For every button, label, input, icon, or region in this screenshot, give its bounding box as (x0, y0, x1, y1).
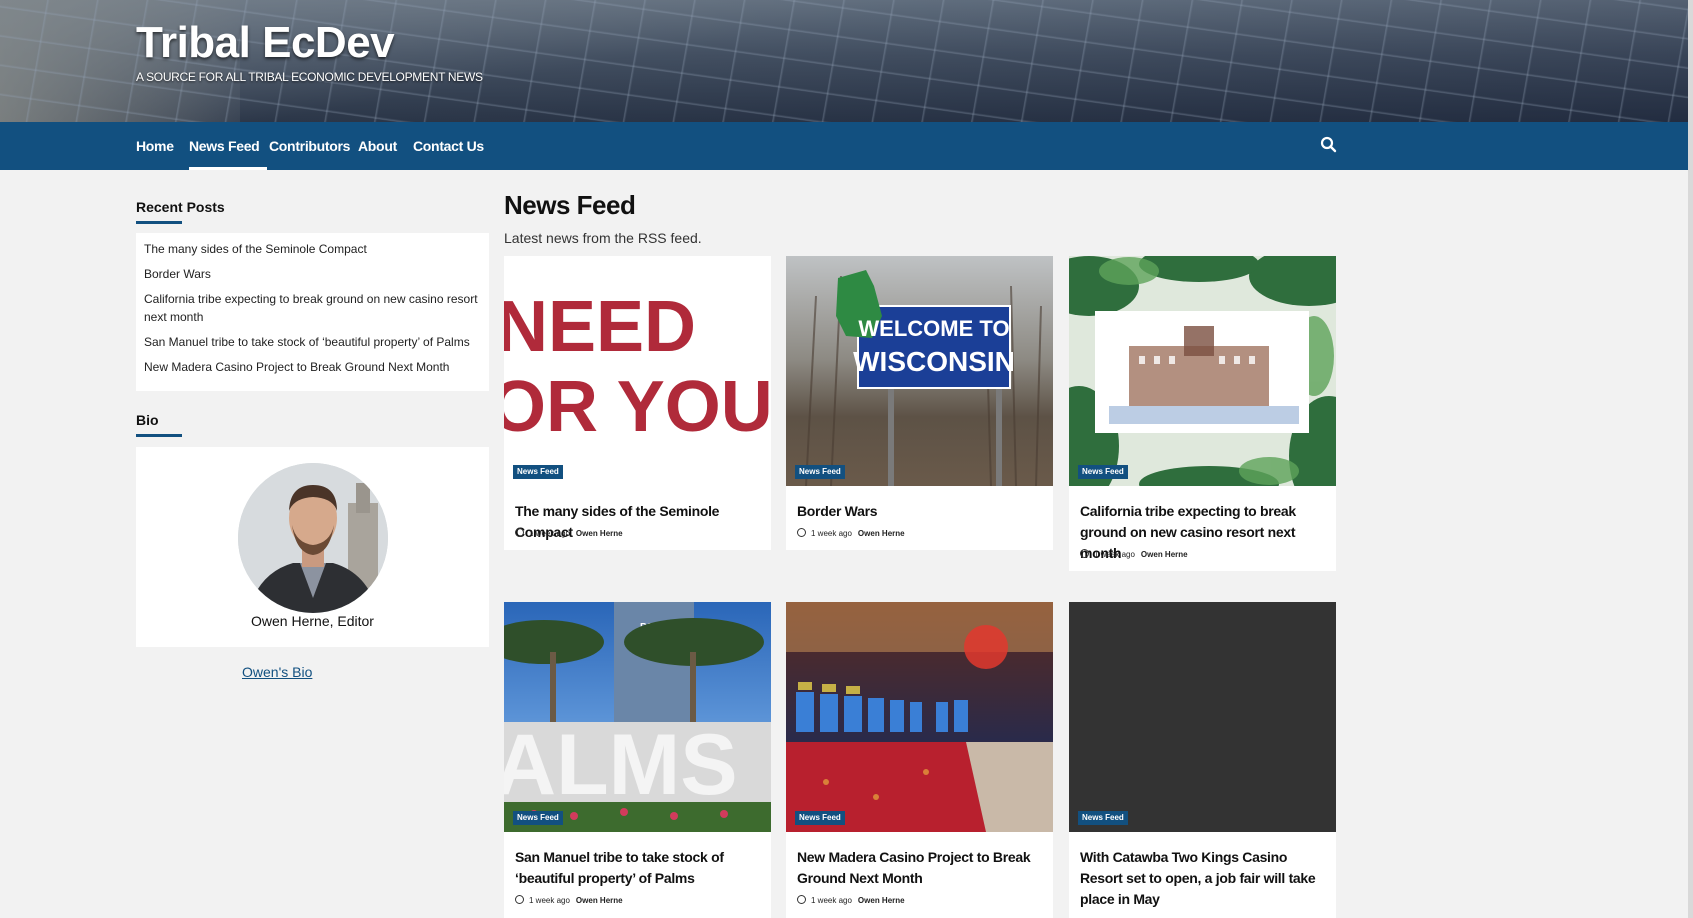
card-image[interactable]: News Feed (786, 602, 1053, 832)
news-card[interactable]: PALMS ALMS News Feed San Manuel tribe to… (504, 602, 771, 918)
clock-icon (797, 528, 806, 537)
nav-item-home[interactable]: Home (136, 122, 174, 170)
card-image-graphic (1069, 256, 1336, 486)
card-meta: 1 week ago Owen Herne (515, 895, 623, 905)
card-image[interactable]: NEED OR YOU News Feed (504, 256, 771, 486)
category-badge[interactable]: News Feed (1078, 811, 1128, 825)
site-title[interactable]: Tribal EcDev (136, 18, 395, 68)
author-link[interactable]: Owen Herne (576, 896, 623, 905)
card-meta: 1 week ago Owen Herne (797, 895, 905, 905)
clock-icon (1080, 549, 1089, 558)
recent-post-link[interactable]: The many sides of the Seminole Compact (144, 240, 479, 258)
card-image-text: WISCONSIN (853, 346, 1015, 377)
category-badge[interactable]: News Feed (795, 811, 845, 825)
bio-heading-text: Bio (136, 412, 159, 428)
bio-name: Owen Herne, Editor (251, 613, 374, 629)
card-image-text: ALMS (504, 717, 738, 813)
author-link[interactable]: Owen Herne (1141, 550, 1188, 559)
nav-item-contact-us[interactable]: Contact Us (413, 122, 484, 170)
card-image[interactable]: PALMS ALMS News Feed (504, 602, 771, 832)
card-image-graphic (786, 602, 1053, 832)
recent-post-link[interactable]: San Manuel tribe to take stock of ‘beaut… (144, 333, 479, 351)
author-link[interactable]: Owen Herne (576, 529, 623, 538)
nav-item-news-feed[interactable]: News Feed (189, 122, 268, 170)
recent-post-link[interactable]: Border Wars (144, 265, 479, 283)
news-card[interactable]: News Feed With Catawba Two Kings Casino … (1069, 602, 1336, 918)
recent-posts-heading-text: Recent Posts (136, 199, 225, 215)
avatar (238, 463, 388, 613)
nav-item-about[interactable]: About (358, 122, 397, 170)
category-badge[interactable]: News Feed (1078, 465, 1128, 479)
recent-post-link[interactable]: New Madera Casino Project to Break Groun… (144, 358, 479, 376)
news-card[interactable]: WELCOME TO WISCONSIN News Feed Border Wa… (786, 256, 1053, 550)
author-link[interactable]: Owen Herne (858, 896, 905, 905)
post-date: 1 week ago (811, 529, 852, 538)
clock-icon (515, 895, 524, 904)
post-date: 1 week ago (529, 529, 570, 538)
bio-link[interactable]: Owen's Bio (242, 664, 312, 680)
card-title[interactable]: Border Wars (797, 501, 1047, 522)
card-image[interactable]: News Feed (1069, 256, 1336, 486)
card-image-text: NEED (504, 287, 696, 367)
post-date: 1 week ago (529, 896, 570, 905)
card-title[interactable]: With Catawba Two Kings Casino Resort set… (1080, 847, 1330, 910)
category-badge[interactable]: News Feed (513, 811, 563, 825)
card-image[interactable]: WELCOME TO WISCONSIN News Feed (786, 256, 1053, 486)
site-tagline: A SOURCE FOR ALL TRIBAL ECONOMIC DEVELOP… (136, 70, 483, 84)
card-image-graphic: NEED OR YOU (504, 287, 771, 447)
bio-heading: Bio (136, 412, 182, 437)
nav-item-contributors[interactable]: Contributors (269, 122, 350, 170)
recent-post-link[interactable]: California tribe expecting to break grou… (144, 290, 479, 326)
news-card[interactable]: News Feed New Madera Casino Project to B… (786, 602, 1053, 918)
card-image-text: OR YOU (504, 367, 771, 447)
recent-posts-heading: Recent Posts (136, 199, 225, 224)
card-image-graphic: PALMS ALMS (504, 602, 771, 832)
post-date: 1 week ago (811, 896, 852, 905)
card-meta: 1 week ago Owen Herne (1080, 549, 1188, 559)
card-meta: 1 week ago Owen Herne (797, 528, 905, 538)
recent-posts-list: The many sides of the Seminole Compact B… (136, 233, 489, 391)
search-icon[interactable] (1320, 136, 1338, 154)
bio-card: Owen Herne, Editor (136, 447, 489, 647)
card-image[interactable]: News Feed (1069, 602, 1336, 832)
clock-icon (515, 528, 524, 537)
heading-underline (136, 434, 182, 437)
site-header: Tribal EcDev A SOURCE FOR ALL TRIBAL ECO… (0, 0, 1693, 122)
scrollbar[interactable] (1688, 0, 1693, 918)
card-title[interactable]: San Manuel tribe to take stock of ‘beaut… (515, 847, 765, 889)
page-title: News Feed (504, 190, 636, 220)
clock-icon (797, 895, 806, 904)
news-card[interactable]: NEED OR YOU News Feed The many sides of … (504, 256, 771, 550)
card-title[interactable]: New Madera Casino Project to Break Groun… (797, 847, 1047, 889)
news-card[interactable]: News Feed California tribe expecting to … (1069, 256, 1336, 571)
card-image-text: WELCOME TO (858, 316, 1009, 341)
author-link[interactable]: Owen Herne (858, 529, 905, 538)
card-image-graphic: WELCOME TO WISCONSIN (805, 270, 1042, 486)
page-subtitle: Latest news from the RSS feed. (504, 230, 702, 246)
card-meta: 1 week ago Owen Herne (515, 528, 623, 538)
category-badge[interactable]: News Feed (513, 465, 563, 479)
avatar-photo (238, 463, 388, 613)
post-date: 1 week ago (1094, 550, 1135, 559)
main-nav: Home News Feed Contributors About Contac… (0, 122, 1688, 170)
heading-underline (136, 221, 182, 224)
category-badge[interactable]: News Feed (795, 465, 845, 479)
